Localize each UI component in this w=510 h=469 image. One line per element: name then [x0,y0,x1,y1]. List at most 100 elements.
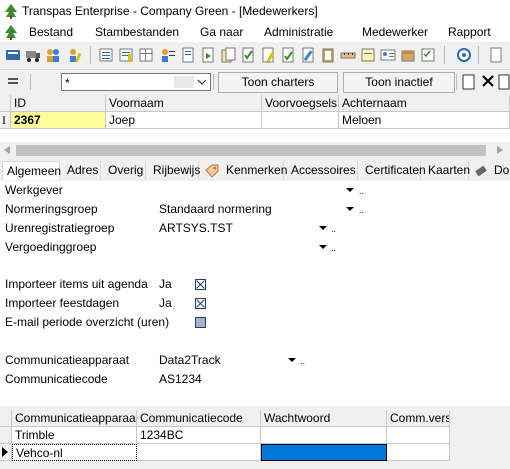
werkgever-lookup-button[interactable]: .. [359,186,364,196]
menu-administratie[interactable]: Administratie [264,25,333,39]
table-row-apparaat[interactable]: Vehco-nl [12,444,137,461]
table-row-code[interactable]: 1234BC [137,427,261,444]
chevron-down-icon[interactable] [197,79,207,86]
list-edit-icon[interactable] [118,47,134,63]
table-row-wachtwoord[interactable] [261,427,387,444]
urenregistratiegroep-select[interactable]: ARTSYS.TST [159,220,329,236]
page-icon[interactable] [488,47,504,63]
table-row-voornaam[interactable]: Joep [106,112,262,129]
urenregistratiegroep-lookup-button[interactable]: .. [331,224,336,234]
table-row-voorvoegsels[interactable] [262,112,339,129]
devices-header-wachtwoord[interactable]: Wachtwoord [261,410,387,427]
tab-overig[interactable]: Overig [104,161,146,180]
tab-kaarten[interactable]: Kaarten [424,161,470,180]
communicatiecode-input[interactable]: AS1234 [159,371,284,387]
tab-rijbewijs[interactable]: Rijbewijs [149,161,200,180]
check-document-icon[interactable] [280,47,296,63]
pencil-icon[interactable] [300,47,316,63]
communicatieapparaat-lookup-button[interactable]: .. [300,356,305,366]
filter-combobox[interactable]: * [61,73,211,91]
checklist-icon[interactable] [420,47,436,63]
normeringsgroep-select[interactable]: Standaard normering [159,201,354,217]
communicatieapparaat-dropdown-icon[interactable] [288,358,296,362]
people-icon[interactable] [45,47,61,63]
menu-ga-naar[interactable]: Ga naar [200,25,243,39]
tag-icon [205,164,219,178]
werkgever-dropdown-icon[interactable] [346,188,354,192]
menu-bestand[interactable]: Bestand [29,25,73,39]
devices-header-versie[interactable]: Comm.versie [387,410,450,427]
grid-header-id[interactable]: ID [11,95,106,112]
devices-header-code[interactable]: Communicatiecode [137,410,261,427]
tab-algemeen[interactable]: Algemeen [2,161,61,180]
app-menu-icon[interactable] [3,24,19,40]
note-icon[interactable] [360,47,376,63]
werkgever-select[interactable] [159,182,354,198]
menu-rapport[interactable]: Rapport [448,25,491,39]
show-inactive-button[interactable]: Toon inactief [343,72,455,93]
row-cursor-icon: I [0,112,11,129]
scroll-left-icon[interactable] [3,146,11,155]
grid-scrollbar[interactable] [0,142,510,159]
table-row-versie[interactable] [387,444,450,461]
vehicle-icon[interactable] [25,47,41,63]
table-row-achternaam[interactable]: Meloen [339,112,510,129]
filter-separator [213,74,214,90]
record-icon[interactable] [5,47,21,63]
menu-medewerker[interactable]: Medewerker [362,25,428,39]
urenregistratiegroep-dropdown-icon[interactable] [319,226,327,230]
show-charters-button[interactable]: Toon charters [218,72,338,93]
documents-icon[interactable] [220,47,236,63]
tab-do[interactable]: Do [490,161,510,180]
document-icon[interactable] [180,47,196,63]
grid-corner [0,95,11,112]
toolbar-separator [90,46,91,64]
table-row-id[interactable]: 2367 [11,112,106,129]
grid-header-voornaam[interactable]: Voornaam [106,95,262,112]
werkgever-label: Werkgever [5,183,63,197]
info-icon[interactable] [456,47,472,63]
normeringsgroep-dropdown-icon[interactable] [346,207,354,211]
devices-header-apparaat[interactable]: Communicatieapparaat [12,410,137,427]
tab-kenmerken[interactable]: Kenmerken [222,161,287,180]
form-panel: Werkgever .. Normeringsgroep Standaard n… [0,181,510,406]
grid-header-achternaam[interactable]: Achternaam [339,95,510,112]
filter-bar: * Toon charters Toon inactief [0,70,510,95]
person-edit-icon[interactable] [67,47,83,63]
filter-separator [456,74,457,90]
table-row-code[interactable] [137,444,261,461]
table-row-wachtwoord[interactable] [261,444,387,461]
list-icon[interactable] [98,47,114,63]
normeringsgroep-lookup-button[interactable]: .. [359,205,364,215]
document-edit-icon[interactable] [260,47,276,63]
table-row-apparaat[interactable]: Trimble [12,427,137,444]
box-icon[interactable] [400,47,416,63]
save-icon[interactable] [498,74,510,90]
vergoedinggroep-dropdown-icon[interactable] [319,245,327,249]
document-check-icon[interactable] [240,47,256,63]
new-document-icon[interactable] [462,74,476,90]
scroll-right-icon[interactable] [496,146,504,155]
vergoedinggroep-lookup-button[interactable]: .. [331,243,336,253]
importeer-feestdagen-checkbox[interactable] [195,298,206,309]
tab-adres[interactable]: Adres [63,161,101,180]
vergoedinggroep-select[interactable] [159,239,329,255]
menu-stambestanden[interactable]: Stambestanden [95,25,179,39]
filter-combobox-shade [174,76,194,88]
importeer-agenda-checkbox[interactable] [195,279,206,290]
tab-accessoires[interactable]: Accessoires [287,161,358,180]
table-row-versie[interactable] [387,427,450,444]
document-arrow-icon[interactable] [200,47,216,63]
tab-certificaten[interactable]: Certificaten [361,161,426,180]
close-icon[interactable] [482,75,494,87]
ruler-icon[interactable] [340,47,356,63]
grid-header-voorvoegsels[interactable]: Voorvoegsels [262,95,339,112]
normeringsgroep-value: Standaard normering [159,202,272,216]
clipboard-icon[interactable] [320,47,336,63]
person-card-icon[interactable] [380,47,396,63]
users-list-icon[interactable] [160,47,176,63]
grid-icon[interactable] [138,47,154,63]
scrollbar-thumb[interactable] [16,145,486,156]
email-periode-checkbox[interactable] [195,317,206,328]
communicatieapparaat-select[interactable]: Data2Track [159,352,299,368]
